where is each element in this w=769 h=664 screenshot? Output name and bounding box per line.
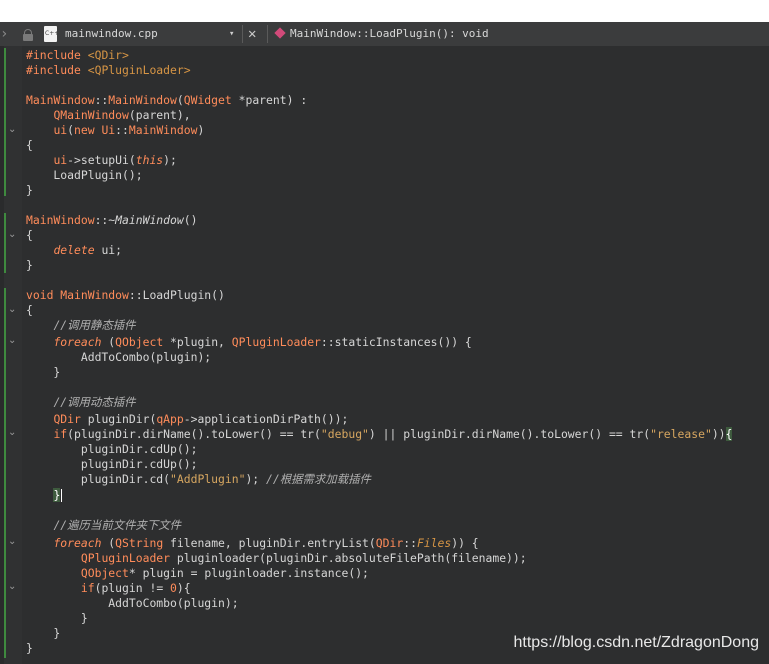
code-line: ui->setupUi(this); xyxy=(53,153,177,167)
change-marker xyxy=(4,288,6,658)
code-line: QMainWindow(parent), xyxy=(53,108,191,122)
code-line: } xyxy=(26,365,61,379)
code-line: } xyxy=(26,626,61,640)
code-line: foreach (QObject *plugin, QPluginLoader:… xyxy=(53,335,472,349)
code-line: MainWindow::MainWindow(QWidget *parent) … xyxy=(26,93,308,107)
code-line: MainWindow::~MainWindow() xyxy=(26,213,198,227)
code-line: LoadPlugin(); xyxy=(26,168,143,182)
code-line: QDir pluginDir(qApp->applicationDirPath(… xyxy=(53,412,349,426)
code-line: QObject* plugin = pluginloader.instance(… xyxy=(80,566,369,580)
navigate-arrow-icon[interactable]: › xyxy=(0,22,10,46)
code-line: //调用静态插件 xyxy=(53,318,136,332)
close-icon[interactable]: ✕ xyxy=(248,22,256,46)
code-line: #include <QPluginLoader> xyxy=(26,63,191,77)
current-function-selector[interactable]: MainWindow::LoadPlugin(): void xyxy=(290,22,489,46)
code-line: pluginDir.cdUp(); xyxy=(26,442,198,456)
editor-toolbar: › C++ mainwindow.cpp ▾ ✕ MainWindow::Loa… xyxy=(0,22,769,47)
toolbar-divider xyxy=(242,25,243,43)
code-line: QPluginLoader pluginloader(pluginDir.abs… xyxy=(80,551,527,565)
file-icon-label: C++ xyxy=(45,30,60,37)
code-line: if(pluginDir.dirName().toLower() == tr("… xyxy=(53,427,733,441)
window-top-strip xyxy=(0,0,769,22)
text-cursor xyxy=(61,489,62,502)
code-line: } xyxy=(53,488,61,502)
fold-arrow-icon[interactable]: ⌄ xyxy=(8,124,17,136)
code-line: #include <QDir> xyxy=(26,48,129,62)
code-line: //调用动态插件 xyxy=(53,395,136,409)
code-line: } xyxy=(26,183,33,197)
code-line: { xyxy=(26,138,33,152)
code-line: if(plugin != 0){ xyxy=(80,581,191,595)
toolbar-divider xyxy=(267,25,268,43)
code-line: } xyxy=(26,258,33,272)
lock-icon[interactable] xyxy=(20,22,36,46)
function-symbol-icon xyxy=(274,27,286,39)
ide-window: › C++ mainwindow.cpp ▾ ✕ MainWindow::Loa… xyxy=(0,0,769,664)
watermark-text: https://blog.csdn.net/ZdragonDong xyxy=(513,634,760,651)
fold-arrow-icon[interactable]: ⌄ xyxy=(8,581,17,593)
code-line: { xyxy=(26,228,33,242)
cpp-file-icon: C++ xyxy=(44,26,60,42)
fold-arrow-icon[interactable]: ⌄ xyxy=(8,536,17,548)
code-line: } xyxy=(26,611,88,625)
fold-arrow-icon[interactable]: ⌄ xyxy=(8,304,17,316)
chevron-down-icon[interactable]: ▾ xyxy=(229,22,234,46)
code-line: pluginDir.cdUp(); xyxy=(26,457,198,471)
code-text-area[interactable]: #include <QDir> #include <QPluginLoader>… xyxy=(26,48,733,664)
fold-arrow-icon[interactable]: ⌄ xyxy=(8,229,17,241)
code-line: AddToCombo(plugin); xyxy=(26,596,239,610)
fold-arrow-icon[interactable]: ⌄ xyxy=(8,427,17,439)
code-line: { xyxy=(26,303,33,317)
code-line: } xyxy=(26,641,33,655)
code-line: //遍历当前文件夹下文件 xyxy=(53,518,182,532)
code-line: delete ui; xyxy=(53,243,123,257)
change-marker xyxy=(4,48,6,196)
code-line: pluginDir.cd("AddPlugin"); //根据需求加载插件 xyxy=(26,472,371,486)
open-file-name[interactable]: mainwindow.cpp xyxy=(65,22,158,46)
fold-arrow-icon[interactable]: ⌄ xyxy=(8,335,17,347)
code-line: void MainWindow::LoadPlugin() xyxy=(26,288,225,302)
code-line: AddToCombo(plugin); xyxy=(26,350,212,364)
code-line: ui(new Ui::MainWindow) xyxy=(53,123,205,137)
change-marker xyxy=(4,213,6,273)
code-line: foreach (QString filename, pluginDir.ent… xyxy=(53,536,479,550)
